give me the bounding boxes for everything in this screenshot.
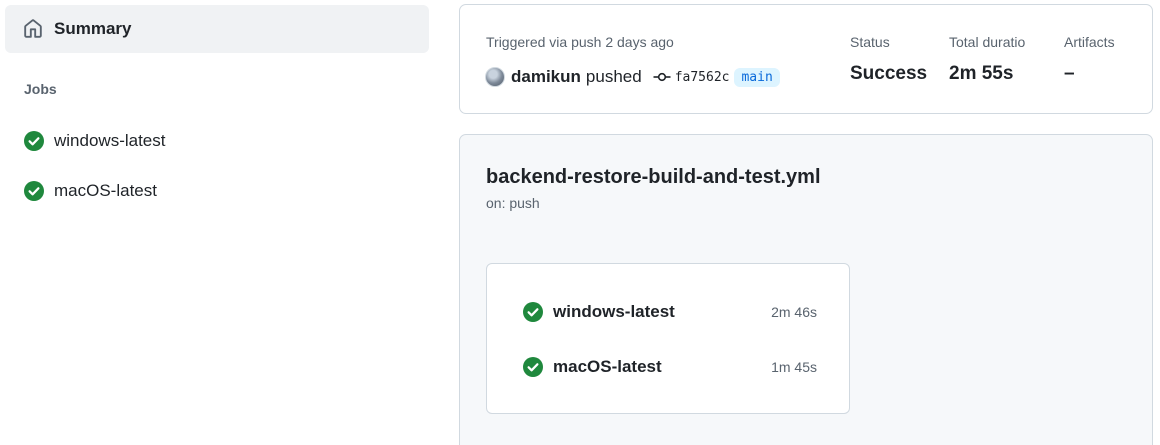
graph-job-name: macOS-latest bbox=[553, 357, 662, 376]
sidebar-job-macos-latest[interactable]: macOS-latest bbox=[24, 179, 157, 203]
sidebar: Summary Jobs windows-latest macOS-latest bbox=[0, 0, 440, 445]
trigger-text: Triggered via push 2 days ago bbox=[486, 34, 674, 50]
job-label: windows-latest bbox=[54, 131, 166, 150]
commit-sha-link[interactable]: fa7562c bbox=[675, 70, 730, 85]
workflow-trigger: on: push bbox=[486, 195, 540, 211]
job-label: macOS-latest bbox=[54, 181, 157, 200]
stat-status: Status Success bbox=[850, 34, 927, 85]
graph-job-macos-latest[interactable]: macOS-latest 1m 45s bbox=[523, 355, 817, 379]
workflow-run-page: Summary Jobs windows-latest macOS-latest… bbox=[0, 0, 1160, 445]
actor-link[interactable]: damikun bbox=[511, 67, 581, 87]
graph-job-name: windows-latest bbox=[553, 302, 675, 321]
stat-value: Success bbox=[850, 63, 928, 84]
jobs-heading: Jobs bbox=[24, 81, 57, 97]
sidebar-item-label: Summary bbox=[54, 19, 132, 38]
check-circle-icon bbox=[24, 131, 44, 151]
stat-total-duration: Total duratio 2m 55s bbox=[949, 34, 1035, 85]
avatar[interactable] bbox=[485, 67, 505, 87]
check-circle-icon bbox=[523, 302, 543, 322]
home-icon bbox=[23, 19, 43, 39]
graph-job-duration: 1m 45s bbox=[771, 359, 817, 375]
run-summary-card: Triggered via push 2 days ago damikun pu… bbox=[459, 4, 1153, 114]
graph-job-windows-latest[interactable]: windows-latest 2m 46s bbox=[523, 300, 817, 324]
action-text: pushed bbox=[585, 67, 642, 86]
actor-row: damikun pushed fa7562c main bbox=[485, 64, 780, 90]
git-commit-icon bbox=[653, 69, 671, 85]
stat-label: Total duratio bbox=[949, 34, 1026, 50]
stat-artifacts: Artifacts – bbox=[1064, 34, 1115, 85]
stat-label: Artifacts bbox=[1064, 34, 1115, 50]
stat-value: 2m 55s bbox=[949, 63, 1014, 84]
check-circle-icon bbox=[523, 357, 543, 377]
workflow-graph-card: backend-restore-build-and-test.yml on: p… bbox=[459, 134, 1153, 445]
sidebar-job-windows-latest[interactable]: windows-latest bbox=[24, 129, 166, 153]
graph-job-duration: 2m 46s bbox=[771, 304, 817, 320]
workflow-file-title[interactable]: backend-restore-build-and-test.yml bbox=[486, 166, 821, 189]
jobs-graph-box: windows-latest 2m 46s macOS-latest 1m 45… bbox=[486, 263, 850, 414]
branch-badge[interactable]: main bbox=[734, 67, 780, 87]
sidebar-item-summary[interactable]: Summary bbox=[5, 5, 429, 53]
check-circle-icon bbox=[24, 181, 44, 201]
stat-label: Status bbox=[850, 34, 890, 50]
stat-value: – bbox=[1064, 63, 1075, 84]
